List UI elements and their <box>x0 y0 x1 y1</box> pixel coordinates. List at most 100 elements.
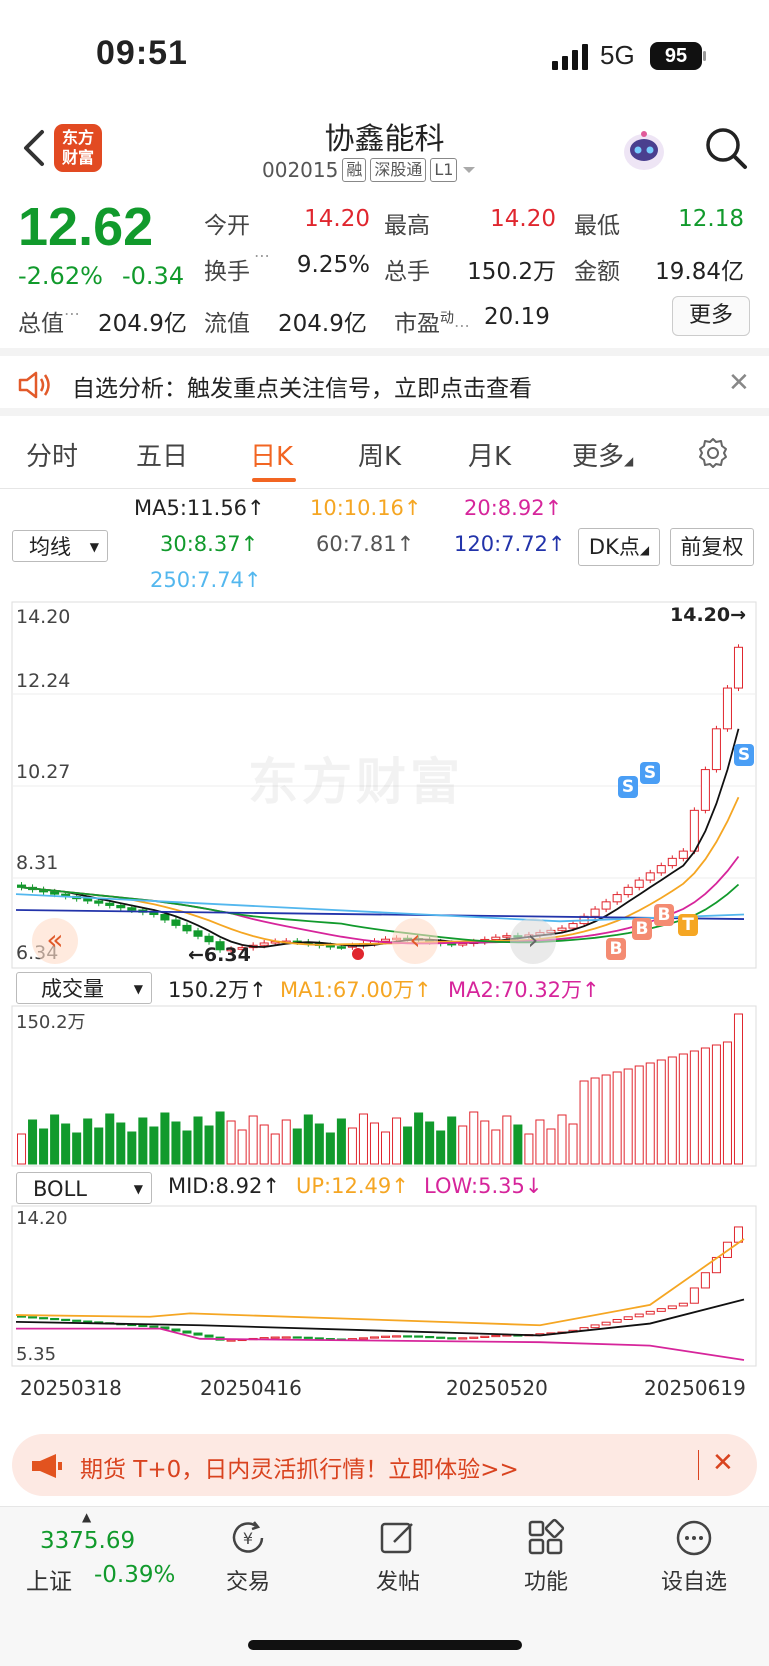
signal-buy[interactable]: B <box>606 938 626 960</box>
boll-mid: MID:8.92↑ <box>168 1174 280 1198</box>
boll-candle <box>171 1328 181 1332</box>
boll-lower <box>16 1327 745 1361</box>
signal-sell[interactable]: S <box>640 762 660 784</box>
signal-icon <box>552 44 588 70</box>
volume-bar <box>623 1068 633 1165</box>
volume-bar <box>469 1111 479 1165</box>
signal-sell[interactable]: S <box>618 776 638 798</box>
boll-candle <box>193 1332 203 1336</box>
volume-bar <box>612 1071 622 1165</box>
boll-candle <box>590 1324 600 1329</box>
date-label: 20250619 <box>644 1376 746 1400</box>
y-label-3: 10.27 <box>16 761 71 783</box>
record-dot[interactable] <box>352 948 364 960</box>
quote-value: 14.20 <box>304 206 370 232</box>
candle <box>601 901 611 910</box>
stock-code-row[interactable]: 002015 融 深股通 L1 <box>262 158 477 182</box>
nav-add-watchlist[interactable]: 设自选 <box>654 1564 734 1596</box>
search-icon[interactable] <box>704 126 748 170</box>
info-icon[interactable]: ⋯ <box>64 304 80 323</box>
signal-sell[interactable]: S <box>734 744 754 766</box>
candle <box>160 914 170 921</box>
volume-bar <box>226 1120 236 1165</box>
nav-function[interactable]: 功能 <box>506 1564 586 1596</box>
index-name[interactable]: 上证 <box>26 1562 72 1596</box>
boll-candle <box>17 1315 27 1318</box>
tab-daily-k[interactable]: 日K <box>250 436 293 473</box>
adjust-button[interactable]: 前复权 <box>670 528 754 566</box>
next-button[interactable]: › <box>510 918 556 964</box>
index-value[interactable]: 3375.69 <box>40 1528 135 1554</box>
candle <box>667 857 677 867</box>
candle <box>204 935 214 943</box>
rewind-button[interactable]: « <box>32 918 78 964</box>
close-icon[interactable]: ✕ <box>728 368 750 398</box>
tab-monthly-k[interactable]: 月K <box>468 436 511 473</box>
volume-bar <box>535 1119 545 1165</box>
volume-bar <box>116 1122 126 1165</box>
volume-selector[interactable]: 成交量 ▼ <box>16 972 152 1004</box>
candle <box>722 687 732 730</box>
boll-candle <box>369 1336 379 1339</box>
robot-assistant-icon[interactable] <box>620 126 668 174</box>
info-icon[interactable]: ⋯ <box>254 246 270 265</box>
volume-bar <box>83 1118 93 1165</box>
quote-label: 总手 <box>384 259 430 285</box>
volume-bar <box>127 1131 137 1165</box>
tab-weekly-k[interactable]: 周K <box>358 436 401 473</box>
volume-bar <box>524 1133 534 1165</box>
index-percent[interactable]: -0.39% <box>94 1562 175 1588</box>
volume-bar <box>61 1123 71 1165</box>
volume-bar <box>579 1080 589 1165</box>
boll-candle <box>403 1335 413 1338</box>
signal-t[interactable]: T <box>678 914 698 936</box>
min-price-marker: ←6.34 <box>188 944 251 966</box>
boll-candle <box>381 1335 391 1338</box>
candle <box>634 879 644 888</box>
prev-button[interactable]: ‹ <box>392 918 438 964</box>
y-label-top: 14.20 <box>16 606 71 628</box>
volume-bar <box>436 1130 446 1165</box>
volume-bar <box>17 1133 27 1165</box>
more-button[interactable]: 更多 <box>672 296 750 336</box>
boll-candle <box>72 1319 82 1322</box>
alert-text[interactable]: 自选分析：触发重点关注信号，立即点击查看 <box>72 369 532 403</box>
boll-candle <box>634 1313 644 1318</box>
candle <box>116 904 126 909</box>
volume-bar <box>204 1125 214 1165</box>
post-icon[interactable] <box>378 1518 418 1558</box>
tab-more[interactable]: 更多◢ <box>572 436 633 473</box>
dk-point-button[interactable]: DK点◢ <box>578 528 660 566</box>
more-dots-icon[interactable] <box>674 1518 714 1558</box>
ma-selector[interactable]: 均线 ▼ <box>12 530 108 562</box>
volume-bar <box>358 1113 368 1165</box>
svg-text:¥: ¥ <box>243 1529 253 1548</box>
indicator-selector[interactable]: BOLL ▼ <box>16 1172 152 1204</box>
quote-value: 20.19 <box>484 304 550 330</box>
boll-candle <box>303 1336 313 1339</box>
candle <box>645 872 655 881</box>
nav-trade[interactable]: 交易 <box>208 1564 288 1596</box>
ma60-label: 60:7.81↑ <box>316 532 415 556</box>
close-icon[interactable]: ✕ <box>712 1448 734 1478</box>
candle <box>336 946 346 949</box>
candle <box>733 646 744 689</box>
volume-bar <box>458 1125 468 1165</box>
signal-buy[interactable]: B <box>654 904 674 926</box>
tab-five-day[interactable]: 五日 <box>136 436 188 473</box>
nav-post[interactable]: 发帖 <box>358 1564 438 1596</box>
change-amount: -0.34 <box>122 262 185 290</box>
tab-timeshare[interactable]: 分时 <box>26 436 78 473</box>
trade-icon[interactable]: ¥ <box>228 1518 268 1558</box>
gear-icon[interactable] <box>696 436 730 470</box>
function-icon[interactable] <box>526 1518 566 1558</box>
candle <box>259 942 269 946</box>
volume-bar <box>259 1124 269 1165</box>
volume-bar <box>447 1116 457 1165</box>
boll-mid <box>15 1298 745 1337</box>
candle <box>171 919 181 926</box>
signal-buy[interactable]: B <box>632 918 652 940</box>
kline-chart-area[interactable] <box>0 596 769 1416</box>
volume-bar <box>480 1120 490 1165</box>
promo-text[interactable]: 期货 T+0，日内灵活抓行情！立即体验>> <box>80 1450 519 1484</box>
